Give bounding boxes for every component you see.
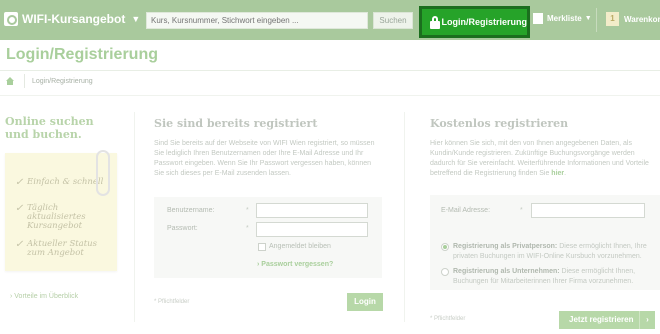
breadcrumb-separator xyxy=(17,74,25,88)
wifi-logo-icon xyxy=(4,12,18,26)
divider xyxy=(0,95,660,96)
chevron-down-icon: ▼ xyxy=(584,15,592,22)
required-note: * Pflichtfelder xyxy=(154,299,190,305)
login-tab-label: Login/Registrierung xyxy=(441,17,528,27)
merkliste-label: Merkliste xyxy=(547,14,582,23)
remember-label: Angemeldet bleiben xyxy=(269,243,331,250)
info-link[interactable]: hier xyxy=(551,170,564,177)
column-divider xyxy=(134,112,135,322)
note-item: ✓ Einfach & schnell xyxy=(15,177,104,188)
password-field[interactable] xyxy=(256,222,368,237)
brand-menu[interactable]: WIFI-Kursangebot ▼ xyxy=(4,12,140,26)
divider xyxy=(0,70,660,71)
required-note: * Pflichtfelder xyxy=(430,316,466,322)
forgot-password-link[interactable]: › Passwort vergessen? xyxy=(257,261,333,268)
nav-divider xyxy=(596,8,597,32)
paperclip-icon xyxy=(96,150,110,196)
search-input[interactable] xyxy=(146,12,368,29)
page-title: Login/Registrierung xyxy=(6,46,158,63)
required-star: * xyxy=(520,207,523,214)
merkliste-menu[interactable]: Merkliste ▼ xyxy=(533,13,592,24)
checkmark-icon: ✓ xyxy=(15,177,24,188)
brand-label: WIFI-Kursangebot xyxy=(22,12,126,26)
register-button[interactable]: Jetzt registrieren › xyxy=(559,311,655,329)
cart-button[interactable]: 1 Warenkorb xyxy=(606,12,660,26)
checkmark-icon: ✓ xyxy=(15,239,24,250)
cart-count-badge: 1 xyxy=(606,12,619,26)
note-item: ✓ Täglich aktualisiertes Kursangebot xyxy=(15,203,86,231)
login-registration-tab[interactable]: Login/Registrierung xyxy=(419,6,530,38)
email-label: E-Mail Adresse: xyxy=(441,207,491,214)
login-button[interactable]: Login xyxy=(347,293,383,311)
home-icon[interactable] xyxy=(6,77,14,85)
promo-headline: Online suchen und buchen. xyxy=(5,115,94,141)
list-icon xyxy=(533,13,543,24)
required-star: * xyxy=(246,207,249,214)
register-button-label: Jetzt registrieren xyxy=(569,315,634,324)
required-star: * xyxy=(246,225,249,232)
checkmark-icon: ✓ xyxy=(15,203,24,214)
email-field[interactable] xyxy=(531,203,645,218)
benefits-link[interactable]: › Vorteile im Überblick xyxy=(10,293,78,300)
login-description: Sind Sie bereits auf der Webseite von WI… xyxy=(154,140,375,177)
login-heading: Sie sind bereits registriert xyxy=(154,117,318,130)
username-label: Benutzername: xyxy=(167,207,215,214)
lock-icon xyxy=(430,15,440,29)
password-label: Passwort: xyxy=(167,225,198,232)
chevron-down-icon: ▼ xyxy=(131,14,141,24)
note-item: ✓ Aktueller Status zum Angebot xyxy=(15,239,98,258)
register-description: Hier können Sie sich, mit den von Ihnen … xyxy=(430,140,649,177)
search-button[interactable]: Suchen xyxy=(373,12,413,29)
private-person-radio[interactable] xyxy=(441,243,449,251)
arrow-right-icon: › xyxy=(639,311,655,329)
remember-checkbox[interactable] xyxy=(258,243,266,251)
company-radio[interactable] xyxy=(441,268,449,276)
top-navigation-bar: WIFI-Kursangebot ▼ Suchen Login/Registri… xyxy=(0,0,660,40)
column-divider xyxy=(404,112,405,322)
breadcrumb-current: Login/Registrierung xyxy=(32,78,93,85)
company-option: Registrierung als Unternehmen: Diese erm… xyxy=(453,268,636,285)
cart-label: Warenkorb xyxy=(624,14,660,24)
register-heading: Kostenlos registrieren xyxy=(430,117,569,130)
username-field[interactable] xyxy=(256,203,368,218)
private-person-option: Registrierung als Privatperson: Diese er… xyxy=(453,243,647,260)
